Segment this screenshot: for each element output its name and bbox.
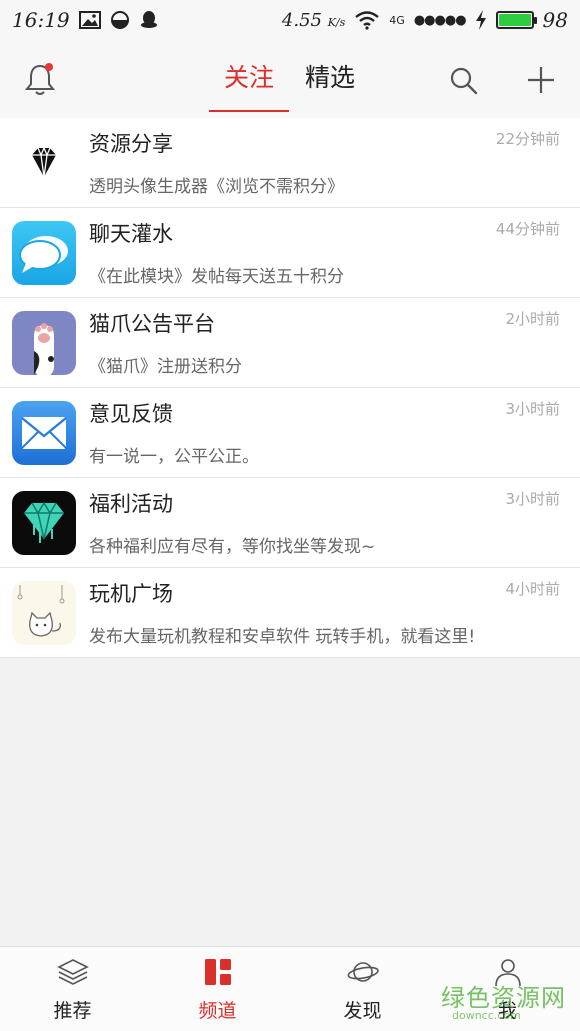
channel-desc: 透明头像生成器《浏览不需积分》 xyxy=(89,177,344,197)
channel-time: 3小时前 xyxy=(505,400,560,418)
channel-name: 意见反馈 xyxy=(89,402,173,426)
channel-item[interactable]: 猫爪公告平台 2小时前 《猫爪》注册送积分 xyxy=(0,298,580,388)
app-header: 关注 精选 xyxy=(0,40,580,118)
notification-badge xyxy=(45,63,53,71)
signal-dots: ●●●●● xyxy=(413,12,467,28)
channel-time: 22分钟前 xyxy=(495,130,560,148)
channel-item[interactable]: 资源分享 22分钟前 透明头像生成器《浏览不需积分》 xyxy=(0,118,580,208)
channel-item[interactable]: 聊天灌水 44分钟前 《在此模块》发帖每天送五十积分 xyxy=(0,208,580,298)
image-icon xyxy=(78,11,101,29)
battery-level: 98 xyxy=(542,8,568,32)
nav-label: 推荐 xyxy=(53,1000,92,1022)
net-speed: 4.55 K/s xyxy=(281,9,346,31)
add-icon[interactable] xyxy=(526,65,556,95)
nav-label: 频道 xyxy=(198,1000,237,1022)
channel-time: 2小时前 xyxy=(505,310,560,328)
teal-diamond-icon xyxy=(12,491,76,555)
net-speed-unit: K/s xyxy=(327,15,346,29)
nav-label: 发现 xyxy=(343,1000,382,1022)
channel-time: 4小时前 xyxy=(505,580,560,598)
tab-follow[interactable]: 关注 xyxy=(209,60,289,112)
nav-recommend[interactable]: 推荐 xyxy=(0,947,145,1031)
cat-paw-icon xyxy=(12,311,76,375)
network-type: 4G xyxy=(389,13,405,27)
battery-icon xyxy=(495,11,537,29)
layers-icon xyxy=(56,959,89,985)
channel-name: 福利活动 xyxy=(89,492,173,516)
channel-name: 聊天灌水 xyxy=(89,222,173,246)
channel-desc: 《猫爪》注册送积分 xyxy=(89,357,242,377)
status-bar-right: 4.55 K/s 4G ●●●●● 98 xyxy=(282,8,568,32)
watermark-text: 绿色资源网 xyxy=(441,984,566,1012)
battery-fill xyxy=(498,14,531,26)
channel-name: 玩机广场 xyxy=(89,582,173,606)
channel-desc: 发布大量玩机教程和安卓软件 玩转手机，就看这里! xyxy=(89,627,476,647)
tab-featured[interactable]: 精选 xyxy=(290,60,370,112)
mail-icon xyxy=(12,401,76,465)
search-icon[interactable] xyxy=(449,66,479,96)
chat-bubbles-icon xyxy=(12,221,76,285)
channel-grid-icon xyxy=(204,959,231,985)
wifi-icon xyxy=(355,11,380,30)
qq-penguin-icon xyxy=(140,11,157,28)
status-bar-left: 16:19 xyxy=(12,8,159,32)
channel-desc: 《在此模块》发帖每天送五十积分 xyxy=(89,267,344,287)
nav-discover[interactable]: 发现 xyxy=(290,947,435,1031)
status-time: 16:19 xyxy=(12,8,70,32)
channel-list: 资源分享 22分钟前 透明头像生成器《浏览不需积分》 聊天灌水 44分钟前 《在… xyxy=(0,118,580,658)
nav-channel[interactable]: 频道 xyxy=(145,947,290,1031)
channel-time: 44分钟前 xyxy=(495,220,560,238)
notification-button[interactable] xyxy=(24,62,56,96)
diamond-icon xyxy=(12,131,76,195)
channel-time: 3小时前 xyxy=(505,490,560,508)
watermark-url: downcc.com xyxy=(452,1009,521,1022)
channel-name: 资源分享 xyxy=(89,132,173,156)
half-circle-icon xyxy=(110,11,129,29)
channel-desc: 有一说一，公平公正。 xyxy=(89,447,259,467)
channel-item[interactable]: 福利活动 3小时前 各种福利应有尽有，等你找坐等发现~ xyxy=(0,478,580,568)
charging-bolt-icon xyxy=(475,10,486,30)
channel-name: 猫爪公告平台 xyxy=(89,312,215,336)
channel-desc: 各种福利应有尽有，等你找坐等发现~ xyxy=(89,537,376,557)
planet-icon xyxy=(347,962,379,982)
channel-item[interactable]: 意见反馈 3小时前 有一说一，公平公正。 xyxy=(0,388,580,478)
status-bar: 16:19 4.55 K/s 4G ●●●●● 98 xyxy=(0,0,580,40)
channel-item[interactable]: 玩机广场 4小时前 发布大量玩机教程和安卓软件 玩转手机，就看这里! xyxy=(0,568,580,658)
cat-doodle-icon xyxy=(12,581,76,645)
